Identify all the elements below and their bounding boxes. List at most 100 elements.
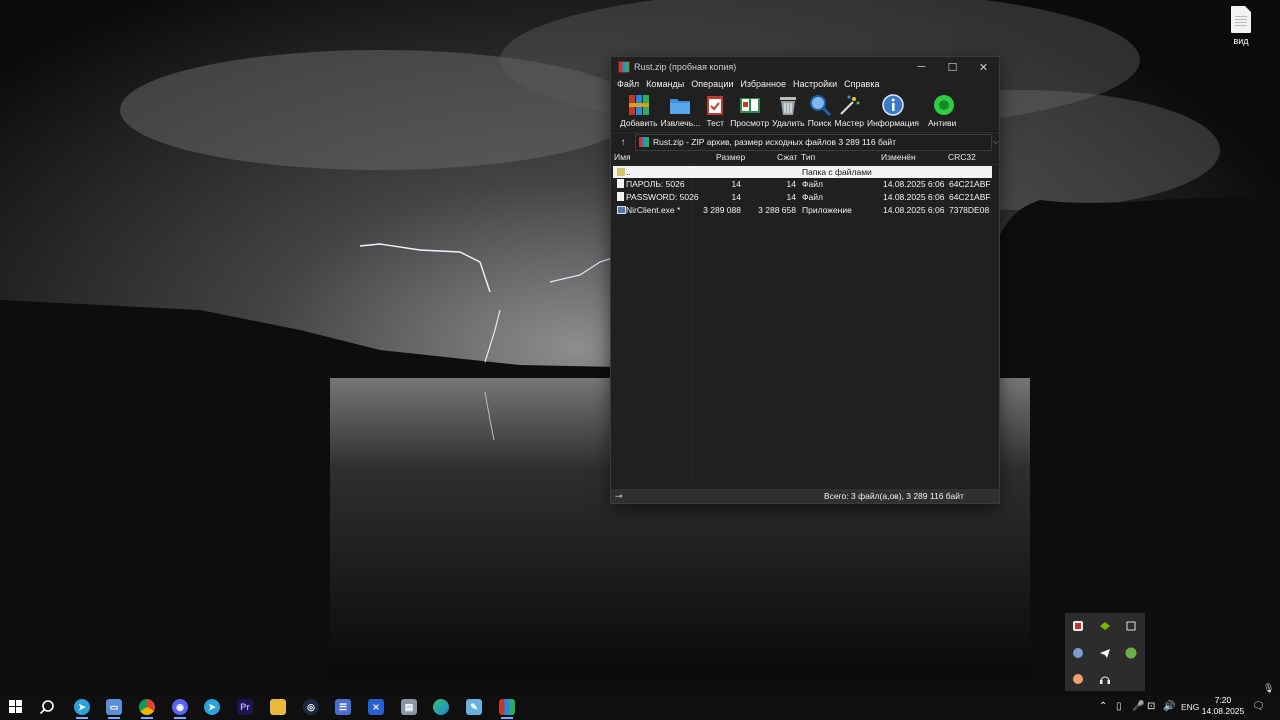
window-icon[interactable] <box>1124 619 1138 633</box>
device-icon[interactable]: ▯ <box>1116 701 1122 712</box>
taskbar-telegram[interactable]: ➤ <box>199 697 225 717</box>
network-icon[interactable]: ⊡ <box>1147 701 1155 712</box>
add-archive-icon <box>627 93 651 117</box>
taskbar-visual-studio[interactable]: ⨯ <box>363 697 389 717</box>
app-icon: ☰ <box>335 699 351 715</box>
column-name[interactable]: Имя <box>614 152 631 162</box>
column-size[interactable]: Размер <box>716 152 745 162</box>
start-button[interactable] <box>3 697 29 717</box>
winrar-icon <box>499 699 515 715</box>
column-crc[interactable]: CRC32 <box>948 152 976 162</box>
clock-date: 14.08.2025 <box>1201 706 1245 716</box>
info-icon <box>881 93 905 117</box>
key-icon[interactable]: ⊸ <box>611 491 639 502</box>
up-arrow-icon[interactable]: ↑ <box>611 137 635 148</box>
taskbar-chrome[interactable] <box>134 697 160 719</box>
premiere-icon: Pr <box>237 699 253 715</box>
taskbar-explorer[interactable] <box>265 697 291 717</box>
search-icon <box>39 700 54 715</box>
extract-button[interactable]: Извлечь... <box>661 91 700 128</box>
folder-icon <box>617 168 625 176</box>
network-globe-icon[interactable] <box>1071 646 1085 660</box>
taskbar-premiere[interactable]: Pr <box>232 697 258 717</box>
column-type[interactable]: Тип <box>801 152 815 162</box>
application-icon <box>617 206 626 214</box>
find-button[interactable]: Поиск <box>808 91 832 128</box>
window-title: Rust.zip (пробная копия) <box>634 62 737 72</box>
taskbar: ➤ ▭ ◉ ➤ Pr ◎ ☰ ⨯ ▤ ✎ ⌃ ▯ 🎤 ⊡ 🔊 ENG 7:20 … <box>0 694 1280 720</box>
table-row[interactable]: PASSWORD: 5026 14 14 Файл 14.08.2025 6:0… <box>613 191 992 203</box>
menu-settings[interactable]: Настройки <box>791 79 842 89</box>
window-app-icon: ▭ <box>106 699 122 715</box>
wizard-wand-icon <box>837 93 861 117</box>
close-button[interactable]: ✕ <box>968 57 999 77</box>
search-button[interactable] <box>34 697 60 717</box>
minimize-button[interactable]: ─ <box>906 57 937 77</box>
table-row[interactable]: NirClient.exe * 3 289 088 3 288 658 Прил… <box>613 204 992 216</box>
visual-studio-icon: ⨯ <box>368 699 384 715</box>
add-button[interactable]: Добавить <box>620 91 658 128</box>
taskbar-folder-app[interactable]: ▤ <box>396 697 422 717</box>
trash-icon <box>776 93 800 117</box>
taskbar-window-app[interactable]: ▭ <box>101 697 127 719</box>
antivirus-button[interactable]: Антиви <box>928 91 956 128</box>
language-indicator[interactable]: ENG <box>1181 702 1199 712</box>
clock[interactable]: 7:20 14.08.2025 <box>1201 695 1245 717</box>
taskbar-steam[interactable]: ◎ <box>298 697 324 717</box>
archive-window[interactable]: Rust.zip (пробная копия) ─ ☐ ✕ Файл Кома… <box>611 57 999 503</box>
winrar-icon <box>618 61 630 73</box>
taskbar-discord[interactable]: ◉ <box>167 697 193 719</box>
wizard-button[interactable]: Мастер <box>835 91 864 128</box>
menu-favorites[interactable]: Избранное <box>738 79 791 89</box>
column-modified[interactable]: Изменён <box>881 152 916 162</box>
telegram-icon[interactable] <box>1098 646 1112 660</box>
file-icon <box>617 192 624 201</box>
microphone-icon[interactable]: 🎙 <box>1263 683 1274 694</box>
steam-icon: ◎ <box>303 699 319 715</box>
utorrent-icon[interactable] <box>1124 646 1138 660</box>
table-row[interactable]: .. Папка с файлами <box>613 166 992 178</box>
taskbar-telegram-badge[interactable]: ➤ <box>69 697 95 719</box>
taskbar-edge[interactable] <box>428 697 454 717</box>
menu-operations[interactable]: Операции <box>689 79 738 89</box>
telegram-badge-icon: ➤ <box>74 699 90 715</box>
view-button[interactable]: Просмотр <box>730 91 769 128</box>
magnifier-icon <box>808 93 832 117</box>
test-clipboard-icon <box>703 93 727 117</box>
address-text: Rust.zip - ZIP архив, размер исходных фа… <box>653 137 896 147</box>
tray-overflow-panel <box>1065 613 1145 691</box>
menu-help[interactable]: Справка <box>842 79 884 89</box>
info-button[interactable]: Информация <box>867 91 919 128</box>
column-headers: Имя Размер Сжат Тип Изменён CRC32 <box>611 151 999 165</box>
chevron-up-icon[interactable]: ⌃ <box>1099 701 1107 712</box>
table-row[interactable]: ПАРОЛЬ: 5026 14 14 Файл 14.08.2025 6:06 … <box>613 178 992 190</box>
status-text: Всего: 3 файл(а,ов), 3 289 116 байт <box>824 491 964 501</box>
menu-file[interactable]: Файл <box>615 79 644 89</box>
title-bar[interactable]: Rust.zip (пробная копия) ─ ☐ ✕ <box>611 57 999 77</box>
test-button[interactable]: Тест <box>703 91 727 128</box>
file-list: .. Папка с файлами ПАРОЛЬ: 5026 14 14 Фа… <box>611 165 999 481</box>
taskbar-notepad[interactable]: ✎ <box>461 697 487 717</box>
windows-logo-icon <box>9 700 22 713</box>
desktop-file-icon[interactable]: вид <box>1222 4 1260 46</box>
headphones-icon[interactable] <box>1098 672 1112 686</box>
maximize-button[interactable]: ☐ <box>937 57 968 77</box>
toolbar: Добавить Извлечь... Тест Просмотр Удалит… <box>611 91 999 132</box>
chevron-down-icon[interactable]: ⌵ <box>993 137 999 147</box>
edge-icon <box>433 699 449 715</box>
orange-app-icon[interactable] <box>1071 672 1085 686</box>
microphone-icon[interactable]: 🎤 <box>1132 701 1144 712</box>
antivirus-icon <box>930 93 955 117</box>
notepad-icon: ✎ <box>466 699 482 715</box>
address-field[interactable]: Rust.zip - ZIP архив, размер исходных фа… <box>635 133 992 151</box>
column-packed[interactable]: Сжат <box>777 152 797 162</box>
security-shield-icon[interactable] <box>1071 619 1085 633</box>
notifications-icon[interactable]: 🗨 <box>1252 701 1265 712</box>
file-explorer-icon <box>270 699 286 715</box>
menu-commands[interactable]: Команды <box>644 79 689 89</box>
taskbar-winrar[interactable] <box>494 697 520 719</box>
volume-icon[interactable]: 🔊 <box>1163 701 1175 712</box>
nvidia-icon[interactable] <box>1098 619 1112 633</box>
taskbar-app[interactable]: ☰ <box>330 697 356 717</box>
delete-button[interactable]: Удалить <box>772 91 805 128</box>
